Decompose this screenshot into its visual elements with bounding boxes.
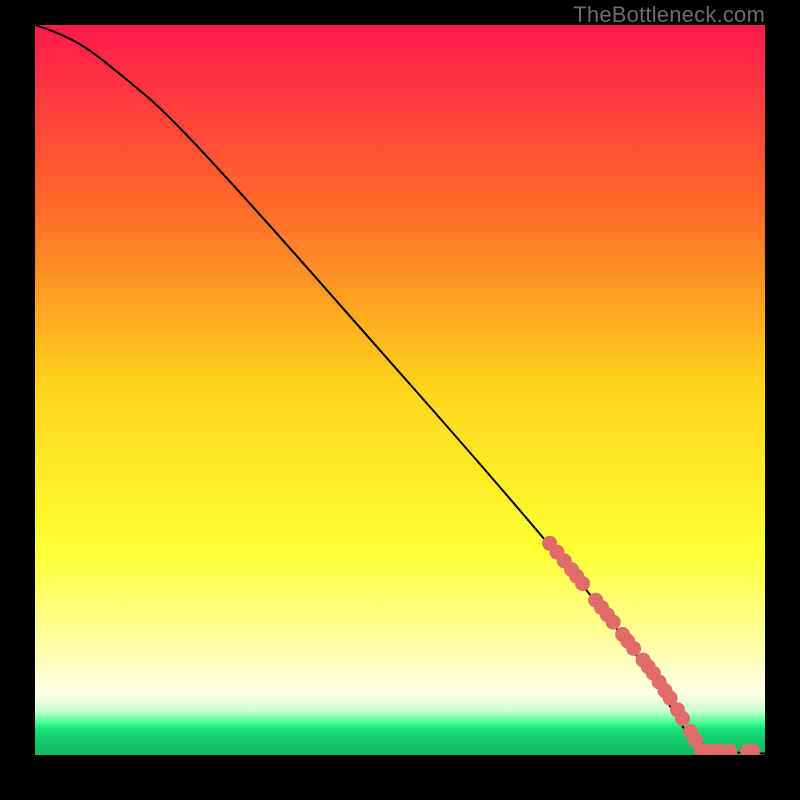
data-point: [626, 641, 641, 656]
data-point: [575, 576, 590, 591]
chart-frame: [35, 25, 765, 755]
data-point: [606, 615, 621, 630]
data-point: [675, 711, 690, 726]
gradient-background: [35, 25, 765, 755]
chart-svg: [35, 25, 765, 755]
